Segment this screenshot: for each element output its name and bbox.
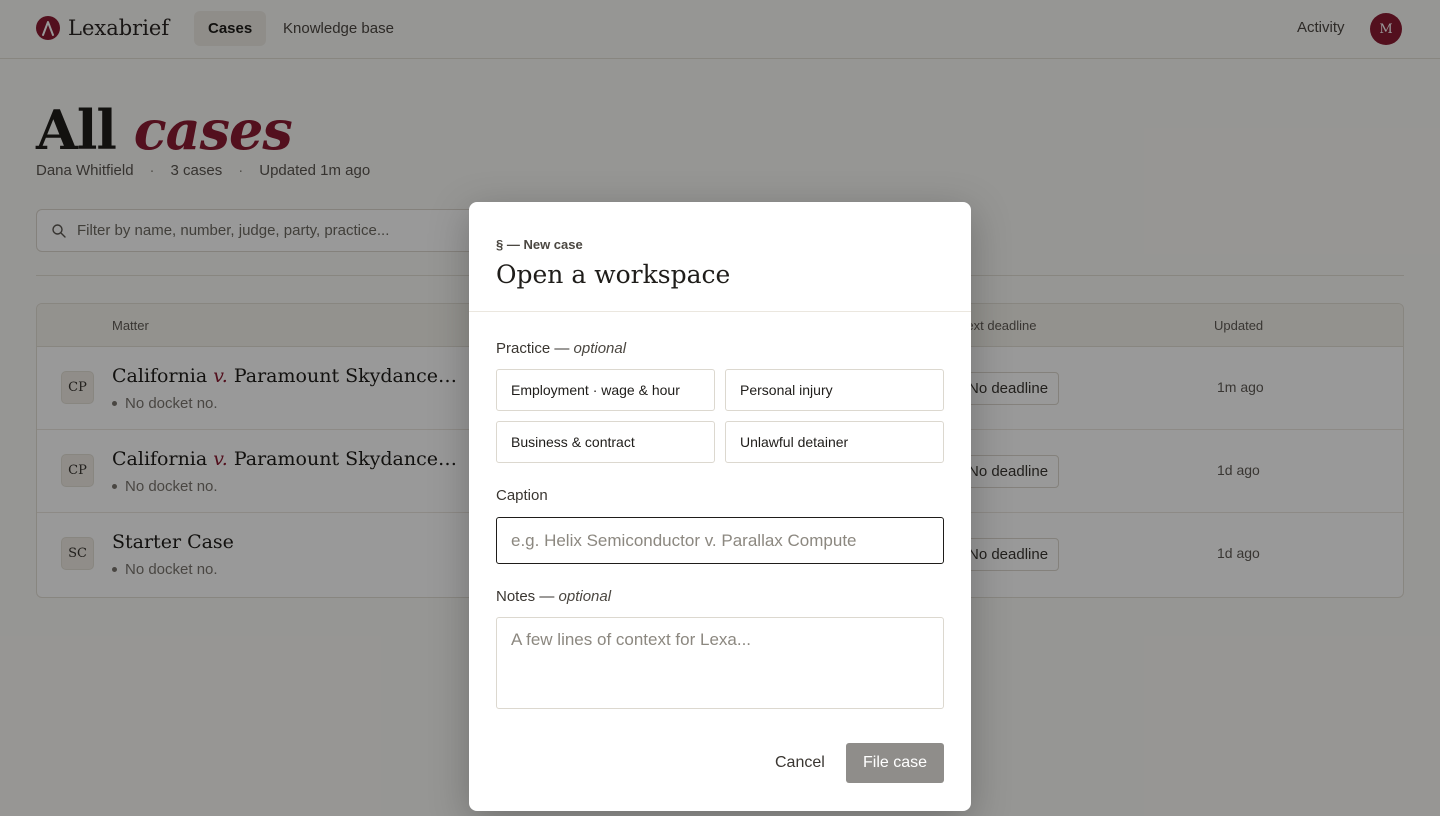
- practice-option-employment[interactable]: Employment · wage & hour: [496, 369, 715, 411]
- dialog-title: Open a workspace: [496, 260, 731, 289]
- notes-label: Notes — optional: [496, 588, 611, 605]
- practice-option-personal-injury[interactable]: Personal injury: [725, 369, 944, 411]
- practice-option-unlawful-detainer[interactable]: Unlawful detainer: [725, 421, 944, 463]
- practice-label: Practice — optional: [496, 340, 626, 357]
- optional-tag: optional: [558, 588, 612, 605]
- practice-label-text: Practice —: [496, 340, 570, 357]
- cancel-button[interactable]: Cancel: [762, 743, 838, 783]
- notes-textarea[interactable]: [496, 617, 944, 709]
- dialog-header: § — New case Open a workspace: [469, 202, 971, 312]
- dialog-eyebrow: § — New case: [496, 237, 583, 252]
- caption-label: Caption: [496, 487, 548, 504]
- new-case-dialog: § — New case Open a workspace Practice —…: [469, 202, 971, 811]
- caption-input[interactable]: [496, 517, 944, 564]
- optional-tag: optional: [573, 340, 627, 357]
- file-case-button[interactable]: File case: [846, 743, 944, 783]
- notes-label-text: Notes —: [496, 588, 555, 605]
- practice-option-business-contract[interactable]: Business & contract: [496, 421, 715, 463]
